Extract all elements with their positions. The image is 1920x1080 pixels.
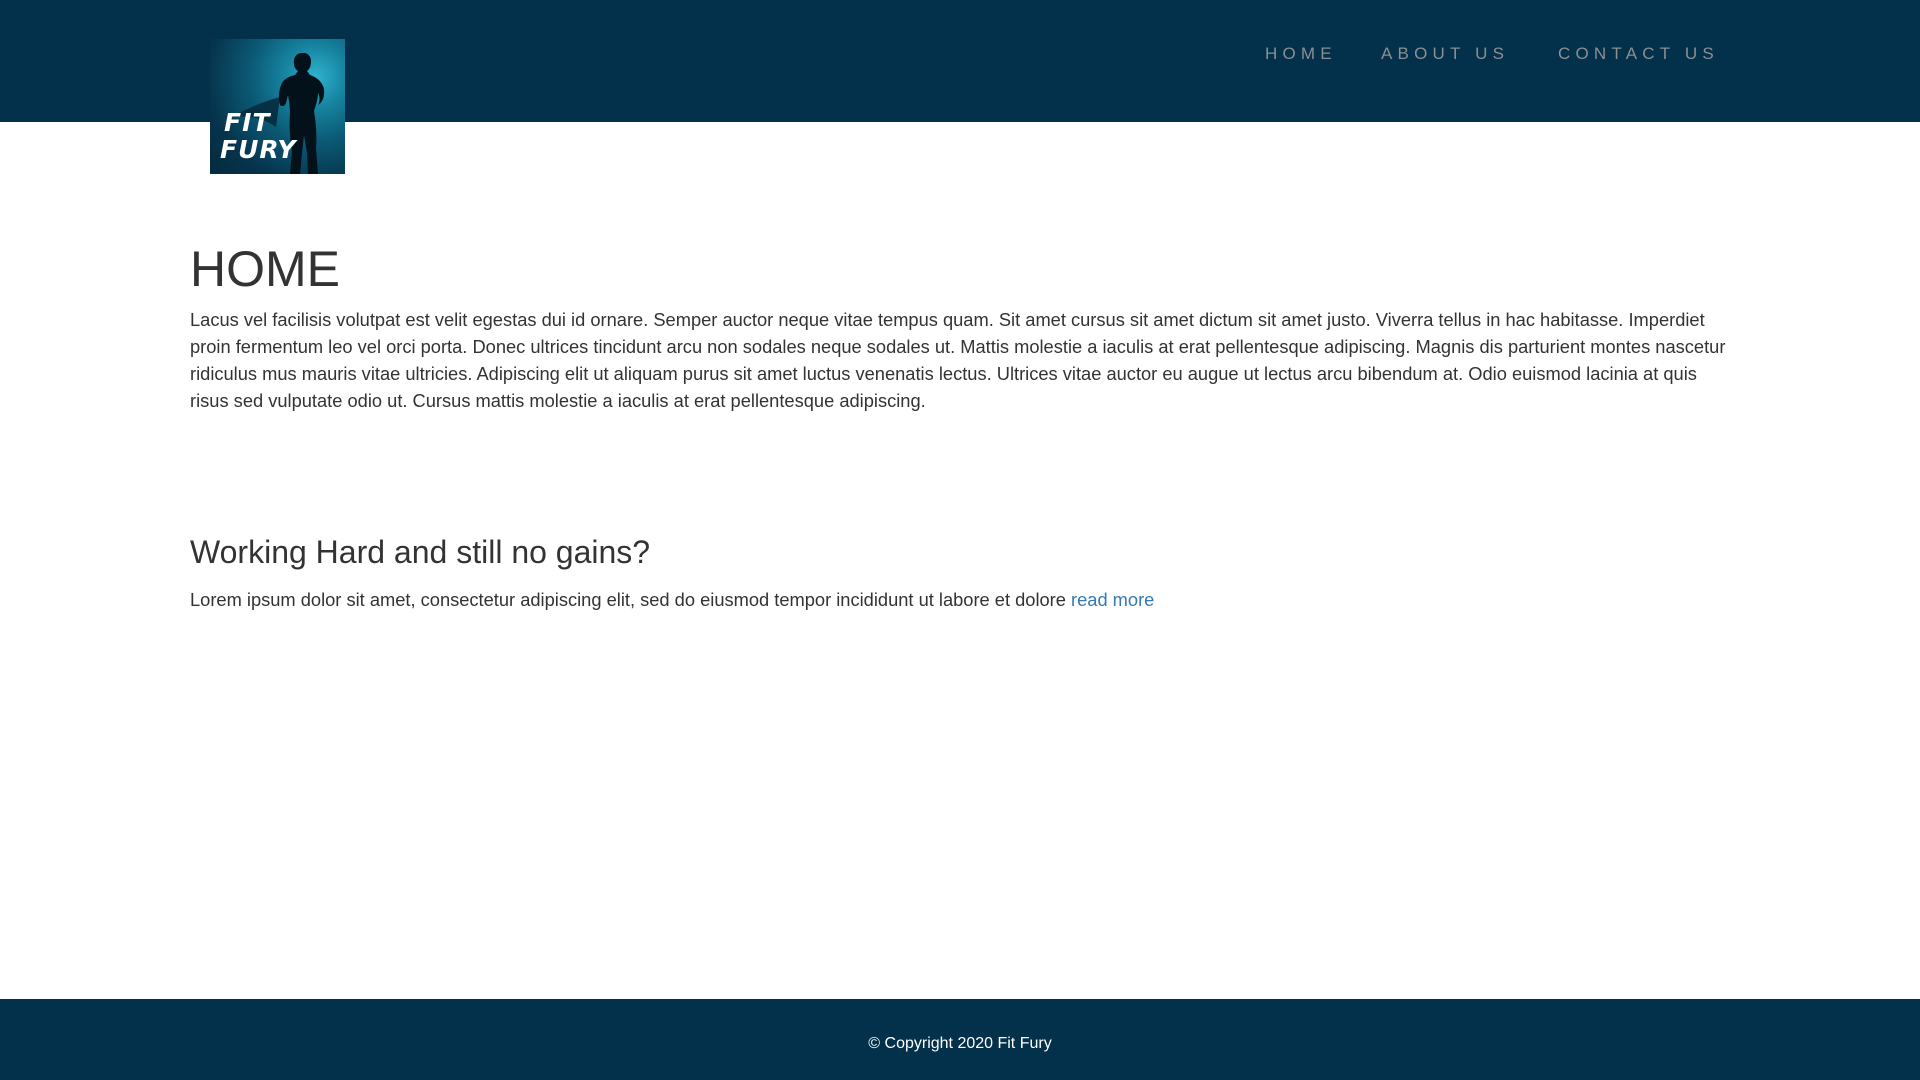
copyright-text: © Copyright 2020 Fit Fury xyxy=(868,1035,1052,1052)
read-more-link[interactable]: read more xyxy=(1071,589,1154,610)
intro-paragraph: Lacus vel facilisis volutpat est velit e… xyxy=(190,309,1726,411)
main-content: HOME Lacus vel facilisis volutpat est ve… xyxy=(190,240,1730,610)
site-header: FIT FURY HOME ABOUT US CONTACT US xyxy=(0,0,1920,174)
teaser-text: Lorem ipsum dolor sit amet, consectetur … xyxy=(190,589,1072,610)
teaser-paragraph: Lorem ipsum dolor sit amet, consectetur … xyxy=(190,586,1154,613)
nav-about-us-link[interactable]: ABOUT US xyxy=(1381,44,1509,64)
brand-logo[interactable]: FIT FURY xyxy=(210,39,345,174)
section-title: Working Hard and still no gains? xyxy=(190,534,651,570)
logo-text-line1: FIT xyxy=(224,108,271,137)
page-title: HOME xyxy=(190,241,340,297)
logo-wordmark: FIT FURY xyxy=(220,109,296,163)
site-footer: © Copyright 2020 Fit Fury xyxy=(0,999,1920,1080)
logo-text-line2: FURY xyxy=(220,135,297,164)
nav-home-link[interactable]: HOME xyxy=(1265,44,1337,64)
nav-contact-us-link[interactable]: CONTACT US xyxy=(1558,44,1719,64)
